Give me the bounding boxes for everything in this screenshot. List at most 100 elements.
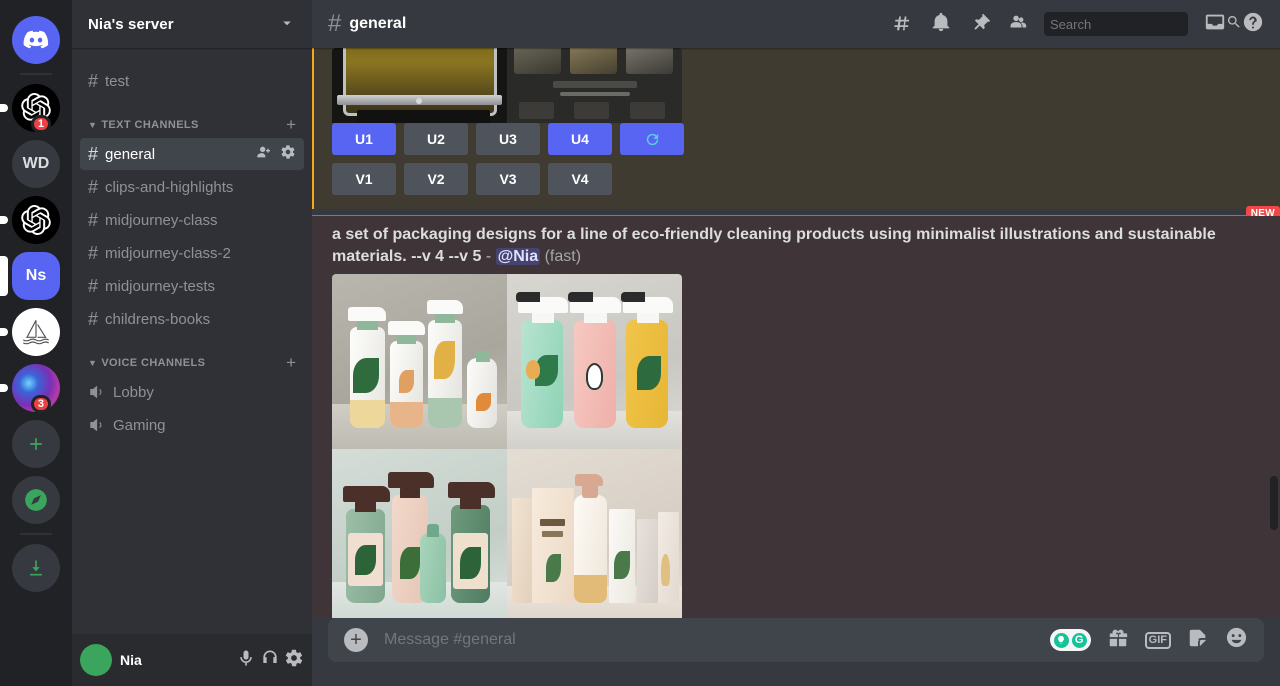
mute-microphone-icon[interactable] <box>236 648 256 673</box>
hash-icon: # <box>88 277 98 295</box>
channel-label: midjourney-class-2 <box>105 245 296 262</box>
search-icon[interactable] <box>1226 14 1242 35</box>
category-label: TEXT CHANNELS <box>101 119 198 131</box>
unread-pill <box>0 328 8 336</box>
unread-badge: 1 <box>31 115 51 132</box>
server-item-openai-2[interactable] <box>0 192 72 248</box>
server-item-nebula[interactable]: 3 <box>0 360 72 416</box>
sidebar-item-childrens-books[interactable]: # childrens-books <box>80 303 304 335</box>
grammarly-badge[interactable]: G <box>1050 629 1091 651</box>
threads-icon[interactable] <box>892 11 914 38</box>
channel-label: childrens-books <box>105 311 296 328</box>
user-mention[interactable]: @Nia <box>496 248 541 265</box>
pinned-messages-icon[interactable] <box>968 11 990 38</box>
explore-servers-button[interactable] <box>0 472 72 528</box>
button-u4[interactable]: U4 <box>548 123 612 155</box>
button-v1[interactable]: V1 <box>332 163 396 195</box>
category-voice-channels[interactable]: ▼ VOICE CHANNELS + <box>72 336 312 375</box>
message-scrollbar-track[interactable] <box>1271 96 1279 548</box>
button-v2[interactable]: V2 <box>404 163 468 195</box>
image-quadrant-3 <box>332 449 507 618</box>
button-u2[interactable]: U2 <box>404 123 468 155</box>
gift-icon[interactable] <box>1107 627 1129 654</box>
discord-logo-icon[interactable] <box>12 16 60 64</box>
image-quadrant-2 <box>507 274 682 449</box>
channel-list: # test ▼ TEXT CHANNELS + # general <box>72 48 312 686</box>
deafen-icon[interactable] <box>260 648 280 673</box>
sidebar-item-midjourney-class-2[interactable]: # midjourney-class-2 <box>80 237 304 269</box>
server-icon-text[interactable]: Ns <box>12 252 60 300</box>
add-channel-button[interactable]: + <box>286 116 304 133</box>
notification-bell-icon[interactable] <box>930 11 952 38</box>
unread-pill <box>0 384 8 392</box>
sailboat-icon[interactable] <box>12 308 60 356</box>
generated-image-grid[interactable] <box>332 274 682 618</box>
unread-pill <box>0 104 8 112</box>
plus-icon[interactable]: + <box>344 628 368 652</box>
channel-header: # general <box>312 0 1280 48</box>
variation-button-row: V1 V2 V3 V4 <box>332 163 1264 195</box>
sidebar-item-lobby[interactable]: Lobby <box>80 376 304 408</box>
download-icon[interactable] <box>12 544 60 592</box>
channel-label: general <box>105 146 256 163</box>
caret-down-icon: ▼ <box>88 358 97 368</box>
prompt-text: a set of packaging designs for a line of… <box>332 226 1216 265</box>
message-input[interactable] <box>384 620 1034 660</box>
message-current: a set of packaging designs for a line of… <box>312 216 1280 618</box>
message-composer[interactable]: + G GIF <box>328 618 1264 662</box>
edit-channel-icon[interactable] <box>280 144 296 164</box>
grammarly-logo-icon: G <box>1072 633 1087 648</box>
sidebar-item-clips-and-highlights[interactable]: # clips-and-highlights <box>80 171 304 203</box>
search-box[interactable] <box>1044 12 1188 36</box>
button-reroll[interactable] <box>620 123 684 155</box>
button-u3[interactable]: U3 <box>476 123 540 155</box>
server-item-home[interactable] <box>0 12 72 68</box>
category-text-channels[interactable]: ▼ TEXT CHANNELS + <box>72 98 312 137</box>
lightbulb-icon <box>1054 633 1069 648</box>
sidebar-item-general[interactable]: # general <box>80 138 304 170</box>
image-quadrant-1 <box>332 274 507 449</box>
sidebar-item-gaming[interactable]: Gaming <box>80 409 304 441</box>
server-item-openai[interactable]: 1 <box>0 80 72 136</box>
sticker-icon[interactable] <box>1187 627 1209 654</box>
download-apps-button[interactable] <box>0 540 72 596</box>
chevron-down-icon[interactable] <box>278 14 296 35</box>
create-invite-icon[interactable] <box>256 144 272 164</box>
nebula-icon[interactable]: 3 <box>12 364 60 412</box>
openai-logo-icon[interactable]: 1 <box>12 84 60 132</box>
user-panel[interactable]: Nia <box>72 634 312 686</box>
composer-area: + G GIF <box>312 618 1280 686</box>
rail-divider <box>20 73 52 75</box>
message-scrollbar-thumb[interactable] <box>1270 476 1278 530</box>
openai-logo-icon[interactable] <box>12 196 60 244</box>
sidebar-item-test[interactable]: # test <box>80 65 304 97</box>
hash-icon: # <box>88 145 98 163</box>
server-header-dropdown[interactable]: Nia's server <box>72 0 312 48</box>
add-server-button[interactable] <box>0 416 72 472</box>
inbox-icon[interactable] <box>1204 11 1226 38</box>
channel-label: test <box>105 73 296 90</box>
user-settings-icon[interactable] <box>284 648 304 673</box>
button-u1[interactable]: U1 <box>332 123 396 155</box>
server-icon-text[interactable]: WD <box>12 140 60 188</box>
plus-icon[interactable] <box>12 420 60 468</box>
search-input[interactable] <box>1050 17 1226 32</box>
member-list-icon[interactable] <box>1006 11 1028 38</box>
sidebar-item-midjourney-class[interactable]: # midjourney-class <box>80 204 304 236</box>
button-v3[interactable]: V3 <box>476 163 540 195</box>
generated-image-previous[interactable] <box>332 48 682 123</box>
add-voice-channel-button[interactable]: + <box>286 354 304 371</box>
avatar[interactable] <box>80 644 112 676</box>
emoji-icon[interactable] <box>1225 626 1248 654</box>
server-item-wd[interactable]: WD <box>0 136 72 192</box>
message-list: U1 U2 U3 U4 V1 V2 V3 <box>312 48 1280 618</box>
refresh-icon <box>644 131 661 148</box>
sidebar-item-midjourney-tests[interactable]: # midjourney-tests <box>80 270 304 302</box>
button-v4[interactable]: V4 <box>548 163 612 195</box>
gif-icon[interactable]: GIF <box>1145 632 1171 649</box>
server-item-midjourney[interactable] <box>0 304 72 360</box>
help-icon[interactable] <box>1242 11 1264 38</box>
server-item-nias-server[interactable]: Ns <box>0 248 72 304</box>
unread-badge: 3 <box>31 395 51 412</box>
compass-icon[interactable] <box>12 476 60 524</box>
